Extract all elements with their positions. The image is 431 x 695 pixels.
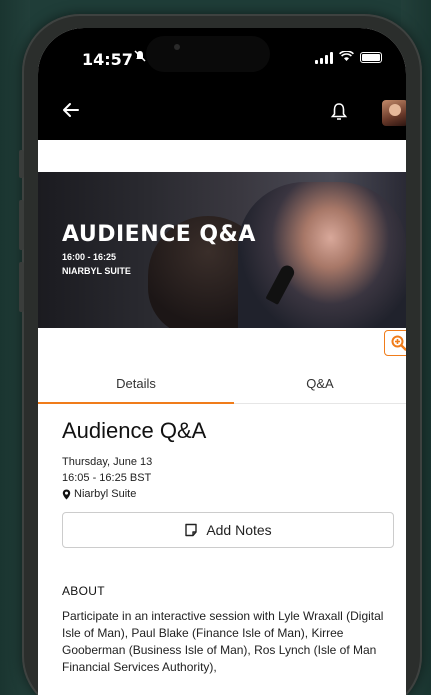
banner-title: AUDIENCE Q&A <box>62 222 256 247</box>
add-notes-label: Add Notes <box>206 522 272 538</box>
session-location-label: Niarbyl Suite <box>74 488 137 500</box>
avatar[interactable] <box>382 100 406 126</box>
tab-details[interactable]: Details <box>38 362 234 404</box>
about-heading: ABOUT <box>62 584 105 598</box>
status-icons <box>315 50 382 65</box>
app-header <box>38 88 406 140</box>
side-button-volume-up <box>19 200 24 250</box>
bell-icon[interactable] <box>330 102 350 124</box>
tab-qa[interactable]: Q&A <box>234 362 406 403</box>
phone-screen: 14:57 AUDIENCE Q&A 16:00 - 16:25 NIARBYL… <box>38 28 406 695</box>
zoom-in-icon <box>391 335 406 351</box>
session-details: Audience Q&A Thursday, June 13 16:05 - 1… <box>62 418 394 676</box>
silent-bell-icon <box>134 50 146 65</box>
banner-photo-person-right <box>238 182 406 328</box>
content-spacer <box>38 140 406 172</box>
session-title: Audience Q&A <box>62 418 207 443</box>
side-button-mute <box>19 150 24 178</box>
banner-time: 16:00 - 16:25 <box>62 252 117 262</box>
session-location: Niarbyl Suite <box>62 486 394 502</box>
session-time: 16:05 - 16:25 BST <box>62 472 152 484</box>
status-bar: 14:57 <box>38 28 406 88</box>
dynamic-island <box>146 36 270 72</box>
add-notes-button[interactable]: Add Notes <box>62 512 394 548</box>
note-icon <box>185 523 198 537</box>
session-date: Thursday, June 13 <box>62 456 153 468</box>
session-banner: AUDIENCE Q&A 16:00 - 16:25 NIARBYL SUITE <box>38 172 406 328</box>
back-arrow-icon[interactable] <box>62 98 80 126</box>
side-button-volume-down <box>19 262 24 312</box>
location-pin-icon <box>62 489 71 499</box>
banner-room: NIARBYL SUITE <box>62 266 131 276</box>
signal-icon <box>315 51 333 64</box>
zoom-in-button[interactable] <box>384 330 406 356</box>
status-time: 14:57 <box>82 50 133 69</box>
wifi-icon <box>339 50 354 65</box>
battery-icon <box>360 52 382 63</box>
about-text: Participate in an interactive session wi… <box>62 609 384 674</box>
tab-bar: Details Q&A <box>38 362 406 404</box>
